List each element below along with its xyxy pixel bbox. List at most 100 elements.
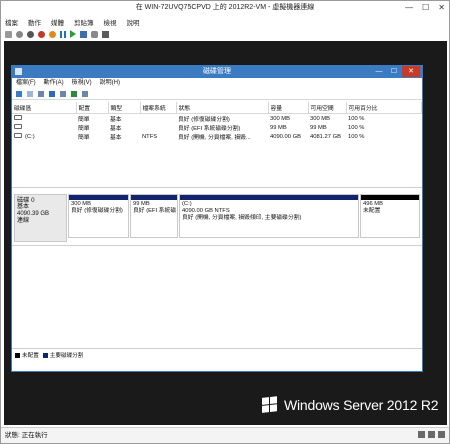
volume-name xyxy=(12,114,76,124)
percent-cell: 100 % xyxy=(348,115,365,122)
mmc-menu-help[interactable]: 說明(H) xyxy=(100,78,120,89)
mmc-menu-file[interactable]: 檔案(F) xyxy=(16,78,36,89)
col-volume[interactable]: 磁碟區 xyxy=(12,102,77,114)
maximize-button[interactable]: ☐ xyxy=(422,2,429,14)
partition-efi[interactable]: 99 MB 良好 (EFI 系統磁 xyxy=(130,194,178,238)
disk-map: 磁碟 0 基本 4090.39 GB 連線 300 MB 良好 (修復磁碟分割)… xyxy=(12,190,422,246)
legend-primary: 主要磁碟分割 xyxy=(42,351,83,359)
start-icon[interactable] xyxy=(16,30,23,38)
menu-help[interactable]: 說明 xyxy=(127,17,140,27)
window-title: 在 WIN-72UVQ75CPVD 上的 2012R2-VM - 虛擬機器連線 xyxy=(135,4,315,11)
menu-media[interactable]: 媒體 xyxy=(51,17,64,27)
menu-action[interactable]: 動作 xyxy=(28,17,41,27)
menu-clipboard[interactable]: 剪貼簿 xyxy=(74,17,94,27)
lock-icon xyxy=(438,431,445,438)
status-cell: 良好 (開機, 分頁檔案, 損毀... xyxy=(178,135,251,141)
status-cell: 良好 (EFI 系統磁碟分割) xyxy=(178,126,241,132)
list-icon[interactable] xyxy=(82,91,88,97)
partition-bar xyxy=(361,195,419,200)
partition-size: 4090.00 GB NTFS xyxy=(182,208,230,214)
mmc-maximize-button[interactable]: ☐ xyxy=(387,66,401,77)
partition-size: 99 MB xyxy=(133,201,150,207)
disk-name: 磁碟 0 xyxy=(17,197,35,204)
col-type[interactable]: 類型 xyxy=(108,102,141,114)
table-row[interactable]: 簡單 基本 良好 (EFI 系統磁碟分割) 99 MB 99 MB 100 % xyxy=(12,123,422,133)
partition-unallocated[interactable]: 496 MB 未配置 xyxy=(360,194,420,238)
capacity-cell: 4090.00 GB xyxy=(270,133,301,140)
pause-icon[interactable] xyxy=(60,30,66,38)
table-row[interactable]: 簡單 基本 良好 (修復磁碟分割) 300 MB 300 MB 100 % xyxy=(12,114,422,124)
col-free[interactable]: 可用空間 xyxy=(308,102,347,114)
revert-icon[interactable] xyxy=(91,30,98,38)
checkpoint-icon[interactable] xyxy=(80,30,87,38)
type-cell: 基本 xyxy=(110,117,122,123)
windows-server-logo: Windows Server 2012 R2 xyxy=(262,396,439,414)
col-layout[interactable]: 配置 xyxy=(76,102,109,114)
shutdown-icon[interactable] xyxy=(38,30,45,38)
col-percent-free[interactable]: 可用百分比 xyxy=(346,102,422,114)
mmc-close-button[interactable]: ✕ xyxy=(402,66,420,77)
partition-status: 未配置 xyxy=(363,208,381,214)
windows-flag-icon xyxy=(262,396,278,414)
up-icon[interactable] xyxy=(38,91,44,97)
properties-icon[interactable] xyxy=(60,91,66,97)
free-cell: 99 MB xyxy=(310,124,327,131)
disk-label[interactable]: 磁碟 0 基本 4090.39 GB 連線 xyxy=(14,194,67,242)
back-icon[interactable] xyxy=(16,91,22,97)
partition-status: 良好 (修復磁碟分割) xyxy=(71,208,123,214)
capacity-cell: 99 MB xyxy=(270,124,287,131)
menu-file[interactable]: 檔案 xyxy=(5,17,18,27)
keyboard-icon xyxy=(418,431,425,438)
disk-management-titlebar: 磁碟管理 — ☐ ✕ xyxy=(12,66,422,78)
vm-menu-bar: 檔案 動作 媒體 剪貼簿 檢視 說明 xyxy=(5,17,140,27)
ctrl-alt-del-icon[interactable] xyxy=(5,30,12,38)
col-filesystem[interactable]: 檔案系統 xyxy=(140,102,177,114)
disk-management-icon xyxy=(15,68,22,75)
disk-management-window: 磁碟管理 — ☐ ✕ 檔案(F) 動作(A) 檢視(V) 說明(H) 磁碟區 配… xyxy=(11,65,423,372)
free-cell: 300 MB xyxy=(310,115,330,122)
volume-name: (C:) xyxy=(12,132,76,141)
help-icon[interactable] xyxy=(49,91,55,97)
partition-status: 良好 (EFI 系統磁 xyxy=(133,208,177,214)
disk-management-title: 磁碟管理 xyxy=(203,68,231,75)
partition-size: 496 MB xyxy=(363,201,383,207)
percent-cell: 100 % xyxy=(348,133,365,140)
volume-name xyxy=(12,123,76,132)
legend: 未配置 主要磁碟分割 xyxy=(12,348,422,360)
mmc-menu-view[interactable]: 檢視(V) xyxy=(72,78,92,89)
disk-type: 基本 xyxy=(17,204,30,210)
partition-bar xyxy=(180,195,358,200)
close-button[interactable]: ✕ xyxy=(438,2,445,14)
fs-cell xyxy=(140,123,176,132)
volume-list: 磁碟區 配置 類型 檔案系統 狀態 容量 可用空間 可用百分比 簡單 基本 良好… xyxy=(12,102,422,188)
partition-status: 良好 (開機, 分頁檔案, 損毀傾印, 主要磁碟分割) xyxy=(182,215,302,221)
resume-icon[interactable] xyxy=(70,30,76,38)
layout-cell: 簡單 xyxy=(78,117,90,123)
status-bar: 狀態: 正在執行 xyxy=(1,427,449,443)
turn-off-icon[interactable] xyxy=(27,30,34,38)
free-cell: 4081.27 GB xyxy=(310,133,341,140)
enhanced-session-icon[interactable] xyxy=(102,30,109,38)
mmc-menu-bar: 檔案(F) 動作(A) 檢視(V) 說明(H) xyxy=(12,78,422,89)
capacity-cell: 300 MB xyxy=(270,115,290,122)
fs-cell xyxy=(140,114,176,124)
mmc-minimize-button[interactable]: — xyxy=(372,66,386,77)
type-cell: 基本 xyxy=(110,126,122,132)
partition-c[interactable]: (C:) 4090.00 GB NTFS 良好 (開機, 分頁檔案, 損毀傾印,… xyxy=(179,194,359,238)
menu-view[interactable]: 檢視 xyxy=(104,17,117,27)
forward-icon[interactable] xyxy=(27,91,33,97)
layout-cell: 簡單 xyxy=(78,126,90,132)
save-icon[interactable] xyxy=(49,30,56,38)
table-row[interactable]: (C:) 簡單 基本 NTFS 良好 (開機, 分頁檔案, 損毀... 4090… xyxy=(12,132,422,142)
col-status[interactable]: 狀態 xyxy=(176,102,269,114)
partition-bar xyxy=(69,195,128,200)
refresh-icon[interactable] xyxy=(71,91,77,97)
minimize-button[interactable]: — xyxy=(405,2,413,14)
disk-size: 4090.39 GB xyxy=(17,211,50,217)
partition-bar xyxy=(131,195,177,200)
col-capacity[interactable]: 容量 xyxy=(268,102,309,114)
partition-recovery[interactable]: 300 MB 良好 (修復磁碟分割) xyxy=(68,194,129,238)
mmc-toolbar xyxy=(12,89,422,100)
mmc-menu-action[interactable]: 動作(A) xyxy=(44,78,64,89)
mouse-icon xyxy=(428,431,435,438)
